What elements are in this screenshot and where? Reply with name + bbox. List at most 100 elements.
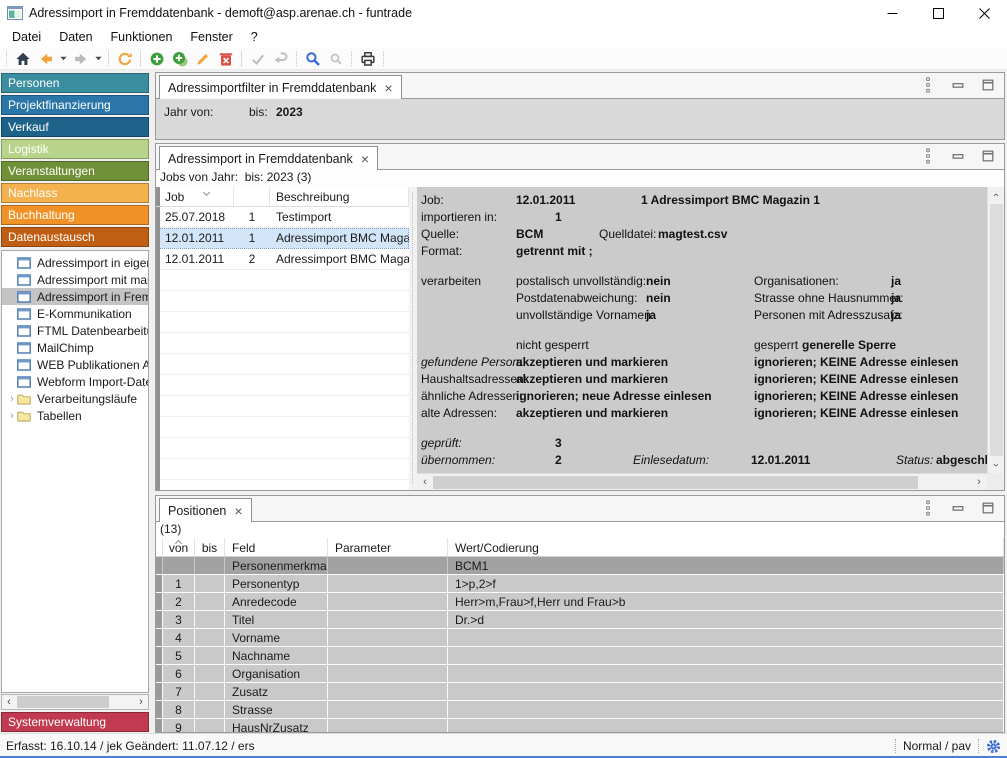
add-icon[interactable] (145, 49, 168, 68)
tab-positionen[interactable]: Positionen × (159, 498, 252, 522)
tree-item-web-publikationen-an-[interactable]: WEB Publikationen An- (2, 356, 148, 373)
forward-icon[interactable] (69, 49, 92, 68)
positions-column-header-feld[interactable]: Feld (225, 538, 328, 556)
positions-column-header-bis[interactable]: bis (195, 538, 225, 556)
tree-item-tabellen[interactable]: ›Tabellen (2, 407, 148, 424)
detail-line: importieren in:1 (417, 209, 987, 226)
detail-vertical-scrollbar[interactable]: ‹ ‹ (987, 187, 1004, 473)
positions-row[interactable]: 1Personentyp1>p,2>f (156, 575, 1004, 593)
print-icon[interactable] (356, 49, 379, 68)
menu-item-datei[interactable]: Datei (3, 28, 50, 46)
search-icon[interactable] (301, 49, 324, 68)
positions-row[interactable]: 8Strasse (156, 701, 1004, 719)
job-row[interactable]: 25.07.20181Testimport (156, 207, 409, 228)
forward-dropdown-icon[interactable] (92, 49, 104, 68)
tree-item-verarbeitungsläufe[interactable]: ›Verarbeitungsläufe (2, 390, 148, 407)
sidebar-item-buchhaltung[interactable]: Buchhaltung (1, 205, 149, 225)
window-maximize-button[interactable] (915, 0, 961, 26)
tree-item-mailchimp[interactable]: MailChimp (2, 339, 148, 356)
search-inactive-icon[interactable] (324, 49, 347, 68)
menu-item-?[interactable]: ? (242, 28, 267, 46)
menu-item-funktionen[interactable]: Funktionen (102, 28, 182, 46)
tab-close-icon[interactable]: × (234, 505, 242, 517)
panel-maximize-icon[interactable] (980, 147, 996, 165)
sidebar-item-logistik[interactable]: Logistik (1, 139, 149, 159)
expand-chevron-icon[interactable]: › (7, 410, 17, 422)
back-dropdown-icon[interactable] (57, 49, 69, 68)
delete-icon[interactable] (214, 49, 237, 68)
settings-gear-icon[interactable] (986, 739, 1001, 754)
sidebar-item-personen[interactable]: Personen (1, 73, 149, 93)
detail-text: ignorieren; KEINE Adresse einlesen (754, 389, 958, 403)
job-column-header-nr[interactable] (234, 187, 270, 206)
scrollbar-thumb[interactable] (433, 476, 918, 489)
scroll-right-icon[interactable]: › (134, 696, 148, 709)
menu-item-daten[interactable]: Daten (50, 28, 101, 46)
menu-item-fenster[interactable]: Fenster (181, 28, 241, 46)
positions-row[interactable]: 4Vorname (156, 629, 1004, 647)
sidebar-item-datenaustausch[interactable]: Datenaustausch (1, 227, 149, 247)
sidebar-item-nachlass[interactable]: Nachlass (1, 183, 149, 203)
tree-item-ftml-datenbearbeitun[interactable]: FTML Datenbearbeitun (2, 322, 148, 339)
positions-row[interactable]: PersonenmerkmalBCM1 (156, 557, 1004, 575)
confirm-icon[interactable] (246, 49, 269, 68)
sidebar-item-veranstaltungen[interactable]: Veranstaltungen (1, 161, 149, 181)
detail-horizontal-scrollbar[interactable]: ‹ › (417, 473, 987, 490)
sidebar-item-systemverwaltung[interactable]: Systemverwaltung (1, 712, 149, 732)
positions-column-header-wertcodierung[interactable]: Wert/Codierung (448, 538, 1004, 556)
edit-icon[interactable] (191, 49, 214, 68)
expand-chevron-icon[interactable]: › (7, 393, 17, 405)
job-row[interactable]: 12.01.20112Adressimport BMC Magazi... (156, 249, 409, 270)
positions-row[interactable]: 9HausNrZusatz (156, 719, 1004, 732)
panel-menu-icon[interactable] (920, 147, 936, 165)
panel-minimize-icon[interactable] (950, 499, 966, 517)
tab-adressimportfilter[interactable]: Adressimportfilter in Fremddatenbank × (159, 75, 402, 99)
panel-menu-icon[interactable] (920, 499, 936, 517)
scroll-up-icon[interactable]: ‹ (988, 187, 1004, 203)
tree-item-webform-import-daten[interactable]: Webform Import-Daten (2, 373, 148, 390)
column-header-label: Beschreibung (276, 190, 349, 204)
scroll-left-icon[interactable]: ‹ (417, 476, 433, 488)
scroll-left-icon[interactable]: ‹ (2, 696, 16, 709)
panel-menu-icon[interactable] (920, 76, 936, 94)
scroll-right-icon[interactable]: › (971, 476, 987, 488)
tab-adressimport[interactable]: Adressimport in Fremddatenbank × (159, 146, 378, 170)
tree-item-adressimport-in-eigene[interactable]: Adressimport in eigene (2, 254, 148, 271)
refresh-icon[interactable] (113, 49, 136, 68)
sidebar-item-verkauf[interactable]: Verkauf (1, 117, 149, 137)
panel-maximize-icon[interactable] (980, 499, 996, 517)
tab-close-icon[interactable]: × (361, 153, 369, 165)
positions-row[interactable]: 7Zusatz (156, 683, 1004, 701)
panel-maximize-icon[interactable] (980, 76, 996, 94)
positions-row[interactable]: 5Nachname (156, 647, 1004, 665)
home-icon[interactable] (11, 49, 34, 68)
window-minimize-button[interactable] (869, 0, 915, 26)
tree-item-e-kommunikation[interactable]: E-Kommunikation (2, 305, 148, 322)
positions-column-header-parameter[interactable]: Parameter (328, 538, 448, 556)
tree-item-adressimport-mit-manu[interactable]: Adressimport mit manu (2, 271, 148, 288)
positions-row[interactable]: 6Organisation (156, 665, 1004, 683)
scrollbar-thumb[interactable] (17, 696, 109, 708)
panel-minimize-icon[interactable] (950, 76, 966, 94)
undo-icon[interactable] (269, 49, 292, 68)
add-linked-icon[interactable] (168, 49, 191, 68)
back-icon[interactable] (34, 49, 57, 68)
job-row[interactable]: 12.01.20111Adressimport BMC Magazi... (156, 228, 409, 249)
positions-column-header-von[interactable]: von (163, 538, 195, 556)
job-column-header-Job[interactable]: Job (156, 187, 234, 206)
detail-text: 12.01.2011 (516, 193, 575, 207)
positions-row[interactable]: 3TitelDr.>d (156, 611, 1004, 629)
sidebar-horizontal-scrollbar[interactable]: ‹ › (1, 694, 149, 710)
positions-row[interactable]: 2AnredecodeHerr>m,Frau>f,Herr und Frau>b (156, 593, 1004, 611)
tree-item-adressimport-in-fremd[interactable]: Adressimport in Fremd (2, 288, 148, 305)
window-controls (869, 0, 1007, 26)
window-close-button[interactable] (961, 0, 1007, 26)
panel-controls (920, 147, 996, 165)
sidebar-item-projektfinanzierung[interactable]: Projektfinanzierung (1, 95, 149, 115)
tab-close-icon[interactable]: × (384, 82, 392, 94)
job-column-header-Beschreibung[interactable]: Beschreibung (270, 187, 409, 206)
scroll-down-icon[interactable]: ‹ (988, 457, 1004, 473)
panel-minimize-icon[interactable] (950, 147, 966, 165)
splitter-handle[interactable] (409, 187, 417, 490)
scrollbar-thumb[interactable] (990, 204, 1003, 456)
